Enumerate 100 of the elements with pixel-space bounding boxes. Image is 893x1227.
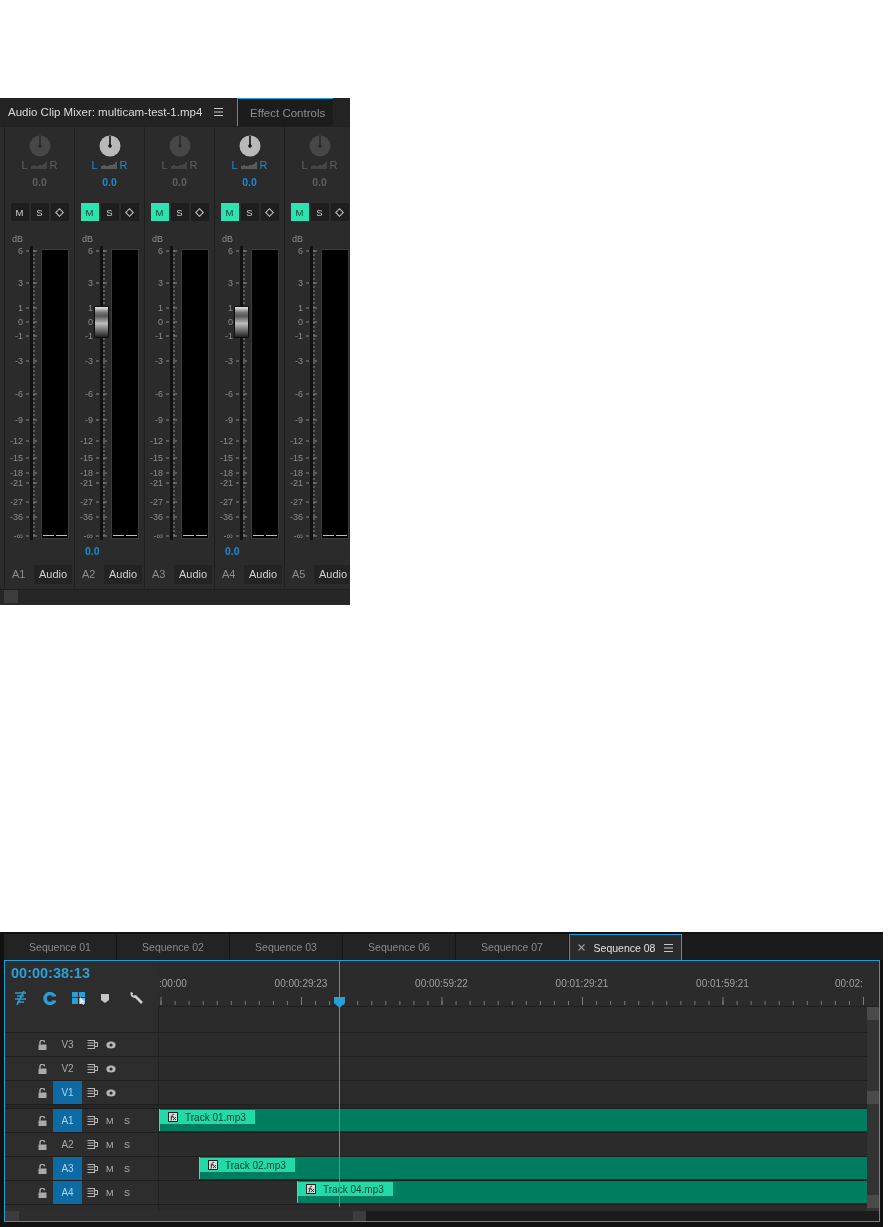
pan-right-label: R [119, 159, 128, 171]
track-output-icon[interactable] [87, 1064, 98, 1073]
track-output-icon[interactable] [87, 1040, 98, 1049]
audio-clip[interactable]: Track 04.mp3 [297, 1181, 867, 1203]
pan-knob[interactable] [98, 135, 121, 157]
fader-track[interactable] [24, 245, 39, 541]
scale-label: 3 [88, 278, 93, 288]
pan-meter-icon [310, 161, 327, 169]
close-icon[interactable] [577, 944, 585, 951]
sequence-tab[interactable]: Sequence 08 [569, 934, 682, 960]
pan-value[interactable]: 0.0 [102, 173, 117, 191]
solo-button[interactable]: S [310, 203, 329, 221]
nest-toggle-icon[interactable] [14, 991, 27, 1005]
timecode[interactable]: 00:00:38:13 [11, 963, 90, 983]
keyframe-button[interactable] [190, 203, 209, 221]
lock-icon[interactable] [38, 1087, 47, 1098]
solo-button[interactable]: S [100, 203, 119, 221]
track-label[interactable]: V1 [53, 1081, 82, 1104]
track-label[interactable]: V2 [53, 1057, 82, 1080]
sequence-tab[interactable]: Sequence 06 [343, 934, 456, 960]
track-output-icon[interactable] [87, 1088, 98, 1097]
keyframe-button[interactable] [330, 203, 349, 221]
sequence-tab[interactable]: Sequence 07 [456, 934, 569, 960]
audio-clip[interactable]: Track 02.mp3 [199, 1157, 867, 1179]
lock-icon[interactable] [38, 1187, 47, 1198]
vertical-scrollbar[interactable] [867, 1007, 879, 1211]
track-name-button[interactable]: Audio [174, 564, 212, 584]
effect-icon[interactable] [208, 1160, 218, 1170]
lock-icon[interactable] [38, 1115, 47, 1126]
effect-icon[interactable] [168, 1112, 178, 1122]
track-label[interactable]: V3 [53, 1033, 82, 1056]
keyframe-button[interactable] [50, 203, 69, 221]
mute-button[interactable]: M [150, 203, 169, 221]
volume-value[interactable]: 0.0 [225, 541, 240, 561]
pan-value[interactable]: 0.0 [242, 173, 257, 191]
menu-icon[interactable] [664, 943, 674, 952]
fader-track[interactable] [304, 245, 319, 541]
scale-label: -9 [155, 415, 163, 425]
linked-selection-icon[interactable] [72, 991, 86, 1005]
solo-button[interactable]: S [124, 1187, 132, 1198]
track-label[interactable]: A1 [53, 1109, 82, 1132]
mute-button[interactable]: M [106, 1139, 114, 1150]
sequence-tab[interactable]: Sequence 03 [230, 934, 343, 960]
fader-track[interactable] [94, 245, 109, 541]
eye-icon[interactable] [106, 1088, 116, 1097]
scale-label: -12 [150, 436, 163, 446]
lock-icon[interactable] [38, 1039, 47, 1050]
horizontal-scrollbar[interactable] [5, 1211, 879, 1221]
unit-label: dB [82, 234, 93, 245]
menu-icon[interactable] [214, 108, 224, 116]
fader-thumb[interactable] [234, 306, 249, 339]
track-name-button[interactable]: Audio [314, 564, 350, 584]
fader-track[interactable] [234, 245, 249, 541]
track-output-icon[interactable] [87, 1188, 98, 1197]
mute-button[interactable]: M [106, 1187, 114, 1198]
horizontal-scrollbar[interactable] [0, 589, 350, 604]
eye-icon[interactable] [106, 1040, 116, 1049]
track-label[interactable]: A3 [53, 1157, 82, 1180]
magnet-icon[interactable] [43, 991, 56, 1005]
sequence-tab[interactable]: Sequence 01 [4, 934, 117, 960]
solo-button[interactable]: S [240, 203, 259, 221]
keyframe-button[interactable] [120, 203, 139, 221]
mute-button[interactable]: M [106, 1163, 114, 1174]
track-name-button[interactable]: Audio [34, 564, 72, 584]
lock-icon[interactable] [38, 1063, 47, 1074]
volume-value[interactable]: 0.0 [85, 541, 100, 561]
mute-button[interactable]: M [220, 203, 239, 221]
mute-button[interactable]: M [290, 203, 309, 221]
sequence-tab[interactable]: Sequence 02 [117, 934, 230, 960]
track-name-button[interactable]: Audio [104, 564, 142, 584]
wrench-icon[interactable] [130, 991, 144, 1005]
track-output-icon[interactable] [87, 1164, 98, 1173]
mute-button[interactable]: M [80, 203, 99, 221]
solo-button[interactable]: S [124, 1163, 132, 1174]
effect-icon[interactable] [306, 1184, 316, 1194]
eye-icon[interactable] [106, 1064, 116, 1073]
track-output-icon[interactable] [87, 1140, 98, 1149]
fader-track[interactable] [164, 245, 179, 541]
pan-knob[interactable] [238, 135, 261, 157]
pan-meter-icon [240, 161, 257, 169]
keyframe-button[interactable] [260, 203, 279, 221]
track-output-icon[interactable] [87, 1116, 98, 1125]
solo-button[interactable]: S [124, 1115, 132, 1126]
track-label[interactable]: A2 [53, 1133, 82, 1156]
scale-label: -6 [295, 389, 303, 399]
track-name-button[interactable]: Audio [244, 564, 282, 584]
lock-icon[interactable] [38, 1139, 47, 1150]
panel-tab[interactable]: Effect Controls [237, 98, 334, 126]
scale-label: -12 [10, 436, 23, 446]
fader-thumb[interactable] [94, 306, 109, 339]
solo-button[interactable]: S [124, 1139, 132, 1150]
mute-button[interactable]: M [10, 203, 29, 221]
audio-clip[interactable]: Track 01.mp3 [159, 1109, 867, 1131]
marker-icon[interactable] [101, 993, 109, 1003]
lock-icon[interactable] [38, 1163, 47, 1174]
track-label[interactable]: A4 [53, 1181, 82, 1204]
scale-label: 6 [228, 246, 233, 256]
solo-button[interactable]: S [30, 203, 49, 221]
solo-button[interactable]: S [170, 203, 189, 221]
mute-button[interactable]: M [106, 1115, 114, 1126]
